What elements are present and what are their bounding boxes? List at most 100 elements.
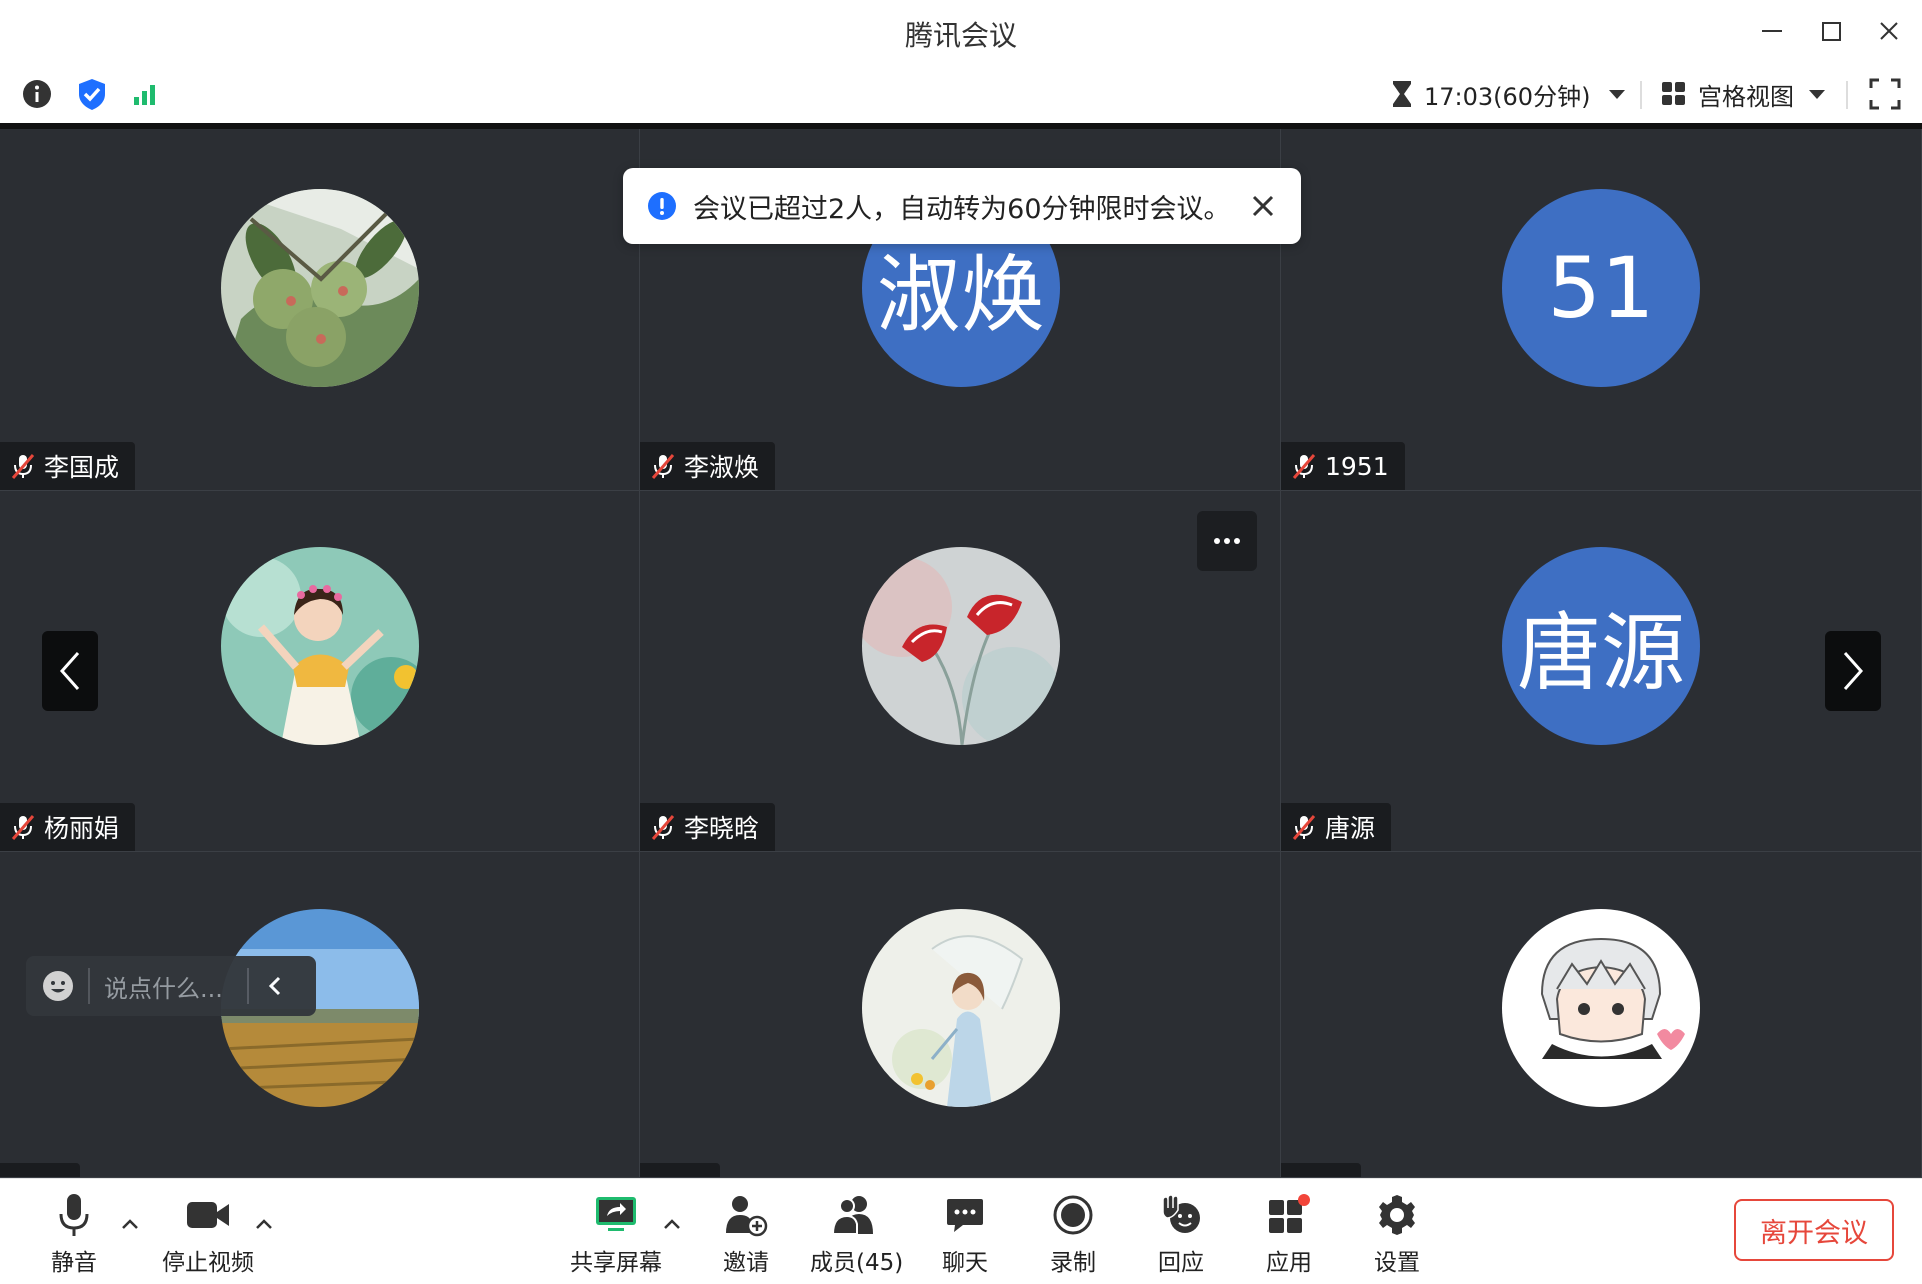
mic-muted-icon [11, 815, 35, 840]
close-button[interactable] [1869, 12, 1909, 50]
stop-video-button[interactable]: 停止视频 [160, 1189, 256, 1277]
participant-tile[interactable] [640, 852, 1281, 1178]
divider [88, 968, 90, 1004]
chevron-left-icon [59, 652, 80, 690]
gear-icon [1379, 1195, 1415, 1235]
prev-page-button[interactable] [42, 631, 98, 711]
more-options-button[interactable] [1197, 511, 1257, 571]
collapse-chevron-icon[interactable] [267, 975, 283, 997]
participant-tile[interactable]: 李晓晗 [640, 491, 1281, 852]
react-button[interactable]: 回应 [1151, 1189, 1211, 1277]
title-bar: 腾讯会议 [0, 0, 1922, 64]
members-button[interactable]: 成员(45) [810, 1189, 904, 1277]
view-mode-selector[interactable]: 宫格视图 [1660, 75, 1826, 113]
settings-label: 设置 [1374, 1250, 1420, 1276]
participant-name-tag: 李淑焕 [640, 442, 776, 490]
record-icon [1053, 1195, 1093, 1235]
invite-button[interactable]: 邀请 [716, 1189, 776, 1277]
participant-tile[interactable]: 51 1951 [1281, 129, 1922, 491]
maximize-button[interactable] [1811, 12, 1851, 50]
participant-tile[interactable]: 唐源 唐源 [1281, 491, 1922, 852]
signal-strength-icon[interactable] [130, 75, 164, 117]
next-page-button[interactable] [1825, 631, 1881, 711]
invite-label: 邀请 [723, 1250, 769, 1276]
meeting-info-bar: 17:03(60分钟) 宫格视图 [0, 63, 1922, 124]
chat-button[interactable]: 聊天 [935, 1189, 995, 1277]
leave-meeting-button[interactable]: 离开会议 [1734, 1199, 1894, 1261]
chat-bubble-icon [947, 1199, 983, 1232]
close-notification-icon[interactable] [1249, 192, 1277, 220]
avatar [1502, 909, 1700, 1107]
timer-text: 17:03(60分钟) [1424, 82, 1591, 111]
participant-name-tag [1281, 1163, 1361, 1177]
chat-placeholder: 说点什么... [104, 974, 223, 1003]
mute-button[interactable]: 静音 [44, 1189, 104, 1277]
apps-grid-icon [1269, 1194, 1310, 1233]
participant-name: 唐源 [1325, 814, 1376, 843]
alert-icon [648, 192, 676, 220]
minimize-icon [1762, 30, 1782, 32]
participant-name-tag: 李晓晗 [640, 803, 776, 851]
minimize-button[interactable] [1752, 12, 1792, 50]
apps-label: 应用 [1266, 1250, 1312, 1276]
chevron-up-icon[interactable] [120, 1217, 140, 1231]
mic-muted-icon [1292, 454, 1316, 479]
close-icon [1880, 22, 1898, 40]
participant-tile[interactable] [1281, 852, 1922, 1178]
stop-video-label: 停止视频 [162, 1250, 254, 1276]
participant-name: 李晓晗 [684, 814, 760, 843]
chevron-right-icon [1843, 652, 1864, 690]
participant-name: 李淑焕 [684, 453, 760, 482]
avatar [862, 547, 1060, 745]
chevron-up-icon[interactable] [254, 1217, 274, 1231]
info-icon[interactable] [20, 75, 54, 117]
emoji-icon [43, 971, 73, 1001]
participant-name-tag [640, 1163, 720, 1177]
react-label: 回应 [1158, 1250, 1204, 1276]
mic-muted-icon [11, 454, 35, 479]
record-button[interactable]: 录制 [1043, 1189, 1103, 1277]
microphone-icon [59, 1194, 89, 1236]
apps-button[interactable]: 应用 [1259, 1189, 1319, 1277]
mute-label: 静音 [51, 1250, 97, 1276]
participant-name-tag: 唐源 [1281, 803, 1392, 851]
participant-name: 1951 [1325, 451, 1389, 481]
security-shield-icon[interactable] [75, 75, 109, 117]
avatar [862, 909, 1060, 1107]
participant-name: 杨丽娟 [44, 814, 120, 843]
share-screen-icon [596, 1197, 636, 1231]
participant-name-tag [0, 1163, 80, 1177]
mic-muted-icon [651, 815, 675, 840]
time-limit-notification: 会议已超过2人，自动转为60分钟限时会议。 [623, 168, 1301, 244]
participant-name-tag: 1951 [1281, 442, 1405, 490]
grid-view-icon [1662, 82, 1685, 105]
participant-tile[interactable]: 杨丽娟 [0, 491, 640, 852]
chat-quick-input[interactable]: 说点什么... [26, 956, 316, 1016]
settings-button[interactable]: 设置 [1367, 1189, 1427, 1277]
chat-label: 聊天 [942, 1250, 988, 1276]
share-screen-label: 共享屏幕 [570, 1250, 662, 1276]
participant-tile[interactable]: 李国成 [0, 129, 640, 491]
hourglass-icon [1393, 81, 1411, 107]
chevron-down-icon [1609, 90, 1626, 99]
cartoon-photo-icon [1502, 909, 1700, 1107]
avatar: 51 [1502, 189, 1700, 387]
members-label: 成员(45) [810, 1250, 904, 1276]
fig-photo-icon [221, 189, 419, 387]
invite-user-icon [726, 1196, 768, 1237]
divider [1846, 81, 1848, 109]
mic-muted-icon [1292, 815, 1316, 840]
flower-photo-icon [862, 547, 1060, 745]
more-dots-icon [1214, 538, 1240, 544]
participant-name-tag: 杨丽娟 [0, 803, 136, 851]
meeting-timer[interactable]: 17:03(60分钟) [1390, 75, 1626, 113]
fullscreen-icon [1869, 78, 1901, 110]
fullscreen-button[interactable] [1868, 77, 1902, 115]
participant-name: 李国成 [44, 453, 120, 482]
share-screen-button[interactable]: 共享屏幕 [568, 1189, 664, 1277]
painting-photo-icon [862, 909, 1060, 1107]
view-mode-label: 宫格视图 [1698, 82, 1794, 111]
hand-emoji-icon [1162, 1194, 1200, 1233]
chevron-up-icon[interactable] [662, 1217, 682, 1231]
divider [246, 968, 249, 1004]
